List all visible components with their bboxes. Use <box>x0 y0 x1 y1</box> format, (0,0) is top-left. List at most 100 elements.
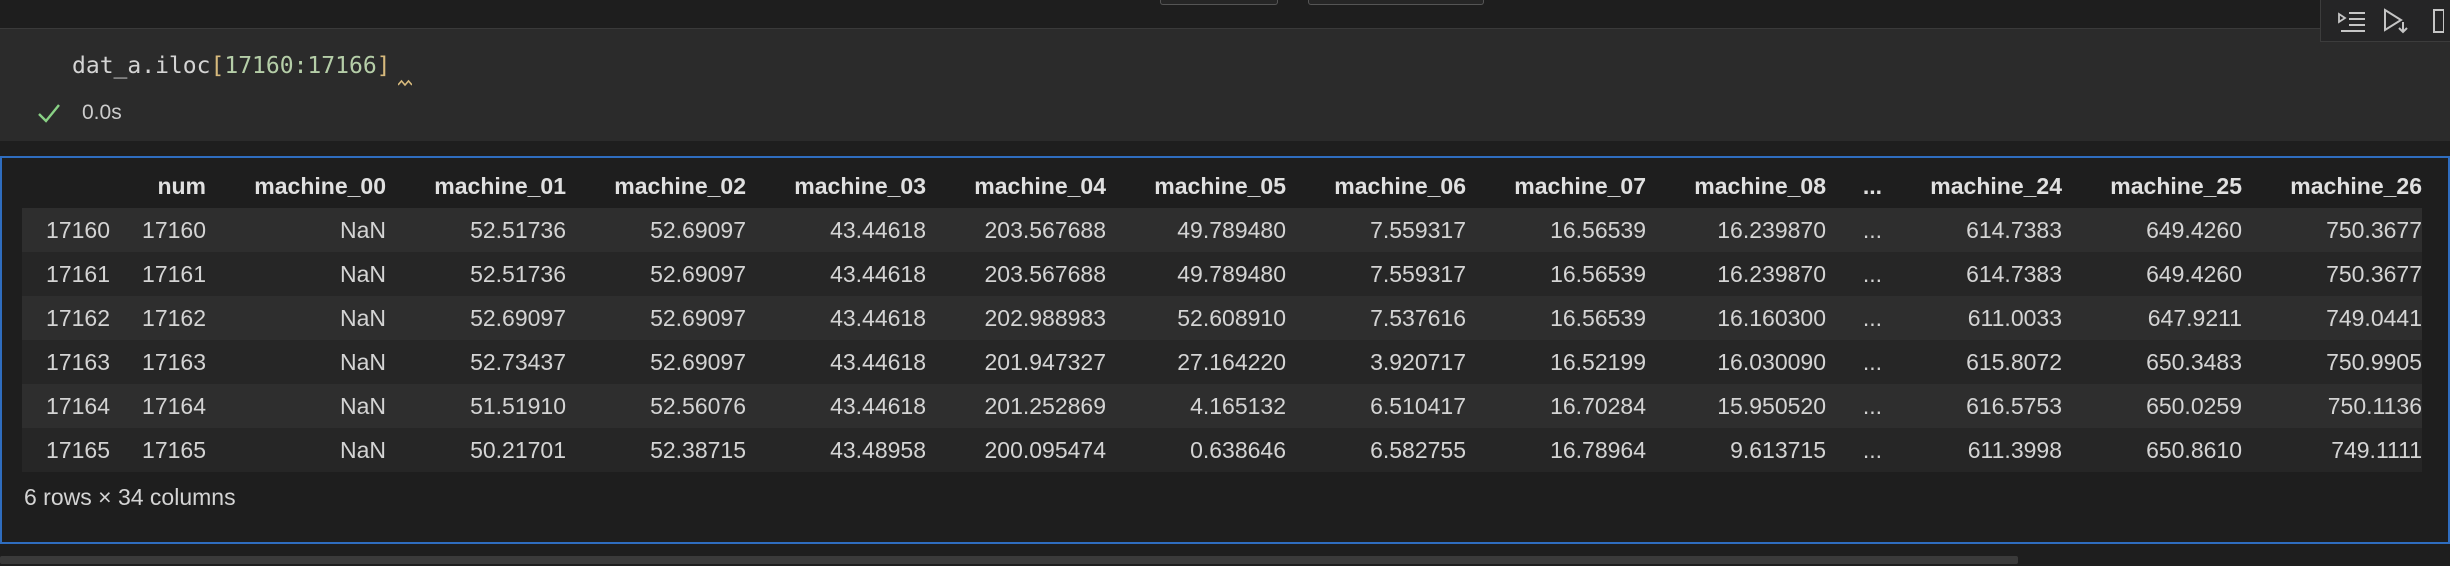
lint-squiggle-icon <box>398 79 412 87</box>
table-cell: 52.56076 <box>650 392 746 419</box>
table-cell: 201.947327 <box>984 348 1106 375</box>
table-cell: 0.638646 <box>1190 436 1286 463</box>
column-header: machine_02 <box>614 172 746 199</box>
code-args: 17160:17166 <box>224 53 377 79</box>
table-cell: 6.582755 <box>1370 436 1466 463</box>
table-cell: 52.69097 <box>650 260 746 287</box>
table-cell: 52.38715 <box>650 436 746 463</box>
table-cell: NaN <box>339 260 386 287</box>
row-index: 17160 <box>46 216 110 243</box>
table-cell: 203.567688 <box>984 216 1106 243</box>
table-cell: 16.70284 <box>1550 392 1646 419</box>
table-cell: 7.559317 <box>1370 260 1466 287</box>
row-index: 17165 <box>46 436 110 463</box>
column-header: machine_05 <box>1154 172 1286 199</box>
table-cell: 16.239870 <box>1717 260 1826 287</box>
cell-toolbar <box>2320 0 2450 42</box>
table-cell: 9.613715 <box>1730 436 1826 463</box>
top-band <box>0 0 2450 28</box>
table-cell: 611.3998 <box>1967 436 2062 463</box>
column-header: machine_08 <box>1694 172 1826 199</box>
table-cell: 16.52199 <box>1550 348 1646 375</box>
table-cell: 650.8610 <box>2146 436 2242 463</box>
table-cell: 17160 <box>142 216 206 243</box>
table-cell: NaN <box>339 392 386 419</box>
table-cell: 43.44618 <box>830 392 926 419</box>
run-below-icon[interactable] <box>2381 5 2411 37</box>
table-cell: 750.3677 <box>2326 216 2422 243</box>
column-header: machine_07 <box>1514 172 1646 199</box>
table-cell: 647.9211 <box>2147 304 2242 331</box>
table-cell: 3.920717 <box>1370 348 1466 375</box>
table-cell: 16.56539 <box>1550 260 1646 287</box>
table-row: 17162 17162 NaN 52.69097 52.69097 43.446… <box>22 296 2422 340</box>
editor-tab-fragment[interactable] <box>1160 0 1278 5</box>
dataframe-shape-summary: 6 rows × 34 columns <box>24 484 236 510</box>
table-cell: 7.537616 <box>1370 304 1466 331</box>
table-row: 17161 17161 NaN 52.51736 52.69097 43.446… <box>22 252 2422 296</box>
table-cell: 611.0033 <box>1967 304 2062 331</box>
table-cell: 52.73437 <box>470 348 566 375</box>
ellipsis-cell: ... <box>1862 348 1882 375</box>
table-cell: 15.950520 <box>1717 392 1826 419</box>
table-cell: 17161 <box>142 260 206 287</box>
table-row: 17163 17163 NaN 52.73437 52.69097 43.446… <box>22 340 2422 384</box>
table-cell: 43.44618 <box>830 216 926 243</box>
editor-tab-fragment[interactable] <box>1308 0 1484 5</box>
table-cell: 4.165132 <box>1190 392 1286 419</box>
row-index: 17162 <box>46 304 110 331</box>
column-header: machine_03 <box>794 172 926 199</box>
table-cell: 17162 <box>142 304 206 331</box>
table-cell: 614.7383 <box>1966 216 2062 243</box>
table-cell: 52.69097 <box>470 304 566 331</box>
execute-above-icon[interactable] <box>2337 5 2367 37</box>
execution-status: 0.0s <box>36 101 122 125</box>
code-close-bracket: ] <box>376 53 391 79</box>
table-row: 17165 17165 NaN 50.21701 52.38715 43.489… <box>22 428 2422 472</box>
header-row: num machine_00 machine_01 machine_02 mac… <box>22 164 2422 208</box>
ellipsis-cell: ... <box>1862 436 1882 463</box>
table-cell: 649.4260 <box>2146 216 2242 243</box>
table-cell: 17163 <box>142 348 206 375</box>
table-cell: 650.0259 <box>2146 392 2242 419</box>
table-cell: 49.789480 <box>1177 260 1286 287</box>
column-header: machine_25 <box>2110 172 2242 199</box>
table-cell: 749.0441 <box>2326 304 2422 331</box>
dataframe-table: num machine_00 machine_01 machine_02 mac… <box>22 164 2422 472</box>
more-icon[interactable] <box>2425 5 2450 37</box>
table-cell: NaN <box>339 216 386 243</box>
table-cell: 16.78964 <box>1550 436 1646 463</box>
table-cell: 52.69097 <box>650 348 746 375</box>
table-cell: 16.239870 <box>1717 216 1826 243</box>
table-cell: 52.608910 <box>1177 304 1286 331</box>
code-prefix: dat_a.iloc <box>72 53 211 79</box>
table-cell: 27.164220 <box>1177 348 1286 375</box>
table-cell: 16.56539 <box>1550 216 1646 243</box>
table-cell: 16.160300 <box>1717 304 1826 331</box>
row-index: 17164 <box>46 392 110 419</box>
table-cell: 203.567688 <box>984 260 1106 287</box>
code-cell[interactable]: dat_a.iloc[17160:17166] 0.0s <box>0 28 2450 141</box>
row-index: 17163 <box>46 348 110 375</box>
table-cell: 650.3483 <box>2146 348 2242 375</box>
table-row: 17164 17164 NaN 51.51910 52.56076 43.446… <box>22 384 2422 428</box>
table-cell: NaN <box>339 348 386 375</box>
table-cell: 649.4260 <box>2146 260 2242 287</box>
index-header <box>22 164 110 208</box>
ellipsis-header: ... <box>1862 172 1882 199</box>
table-cell: 750.9905 <box>2326 348 2422 375</box>
column-header: machine_24 <box>1930 172 2062 199</box>
table-cell: 749.1111 <box>2331 436 2422 463</box>
table-cell: 43.44618 <box>830 304 926 331</box>
column-header: machine_26 <box>2290 172 2422 199</box>
table-cell: 43.44618 <box>830 348 926 375</box>
table-cell: 17164 <box>142 392 206 419</box>
table-cell: 6.510417 <box>1370 392 1466 419</box>
code-line[interactable]: dat_a.iloc[17160:17166] <box>72 53 391 79</box>
cell-output[interactable]: num machine_00 machine_01 machine_02 mac… <box>0 156 2450 544</box>
horizontal-scrollbar[interactable] <box>0 556 2018 564</box>
dataframe-container: num machine_00 machine_01 machine_02 mac… <box>22 164 2422 472</box>
table-cell: 615.8072 <box>1966 348 2062 375</box>
column-header: machine_06 <box>1334 172 1466 199</box>
ellipsis-cell: ... <box>1862 392 1882 419</box>
